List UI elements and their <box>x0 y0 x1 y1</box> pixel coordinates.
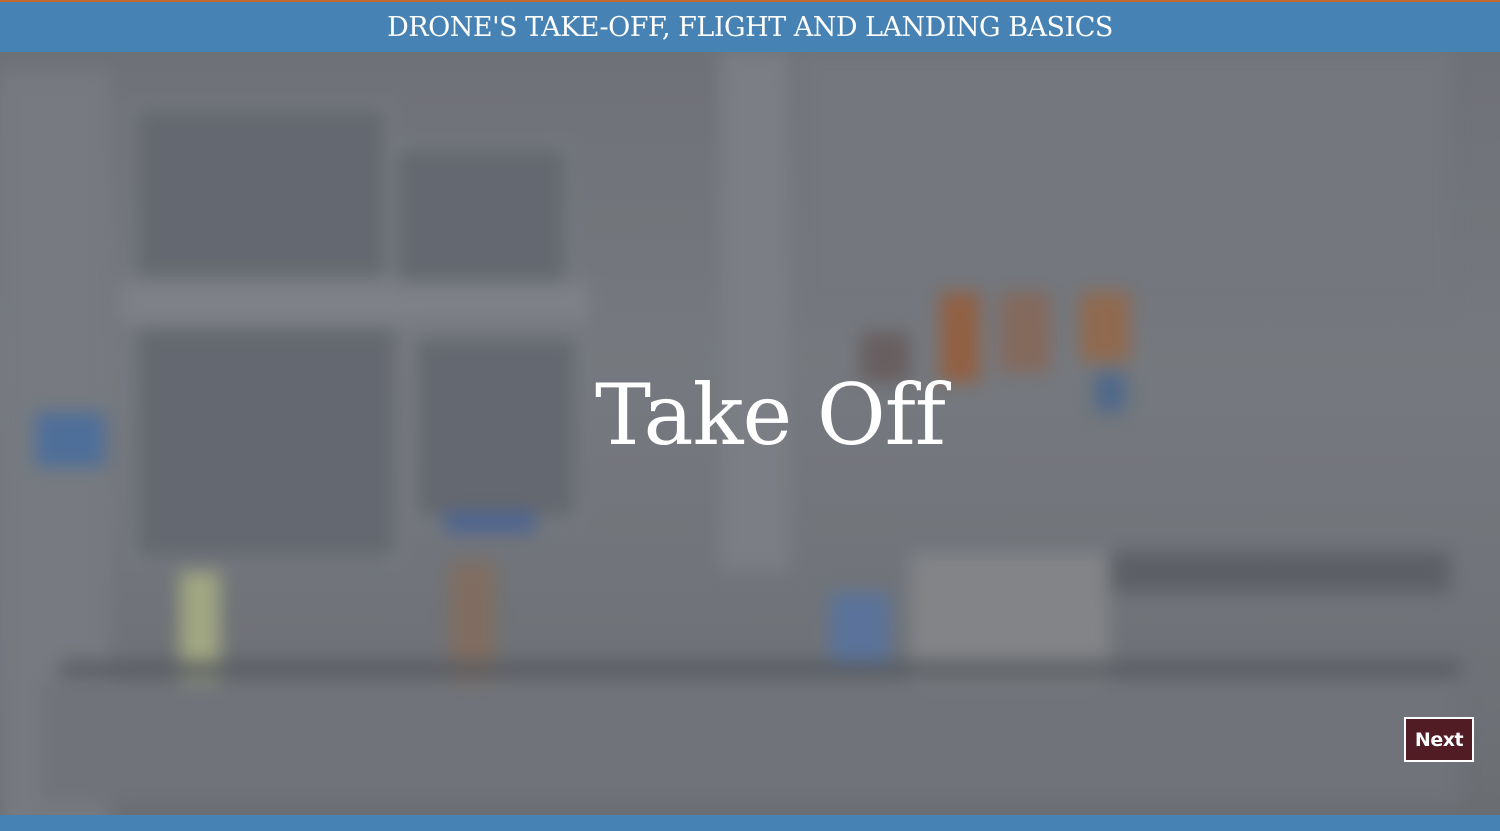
course-title: DRONE'S TAKE-OFF, FLIGHT AND LANDING BAS… <box>387 11 1113 43</box>
slide-heading: Take Off <box>595 366 946 464</box>
slide-frame: DRONE'S TAKE-OFF, FLIGHT AND LANDING BAS… <box>0 0 1500 831</box>
title-bar: DRONE'S TAKE-OFF, FLIGHT AND LANDING BAS… <box>0 2 1500 52</box>
bottom-bar <box>0 815 1500 831</box>
next-button[interactable]: Next <box>1404 717 1474 762</box>
